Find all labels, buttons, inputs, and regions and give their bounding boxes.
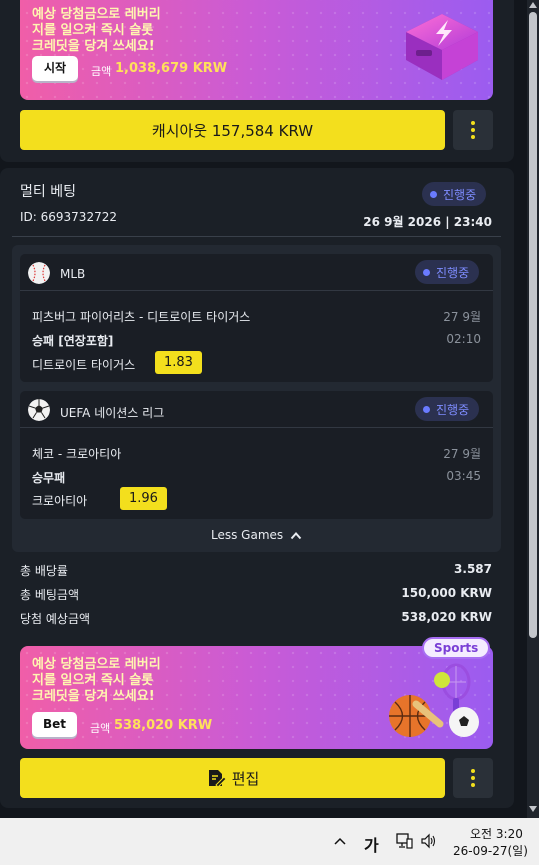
sports-badge: Sports [422,637,491,659]
selection-name: 크로아티아 [32,494,88,508]
page: 예상 당첨금으로 레버리 지를 일으켜 즉시 슬롯 크레딧을 당겨 쓰세요! 시… [0,0,539,865]
promo-start-button[interactable]: 시작 [32,56,78,81]
network-icon[interactable] [395,832,413,850]
edit-button[interactable]: 편집 [20,758,445,798]
less-games-button[interactable]: Less Games [12,528,501,542]
match-name: 체코 - 크로아티아 [32,447,122,461]
match-date: 27 9월 [443,447,481,461]
league-name: MLB [60,267,86,281]
divider [12,236,501,237]
volume-icon[interactable] [420,833,438,849]
cashout-label: 캐시아웃 157,584 KRW [151,121,314,140]
status-dot-icon [423,405,430,413]
market-name: 승무패 [32,471,66,485]
game-item: UEFA 네이션스 리그 진행중 체코 - 크로아티아 27 9월 승무패 03… [20,391,493,519]
expected-win-value: 538,020 KRW [401,610,492,624]
bet-datetime: 26 9월 2026 | 23:40 [363,215,492,229]
more-options-button[interactable] [453,110,493,150]
promo-bet-button[interactable]: Bet [32,712,77,737]
expected-win-label: 당첨 예상금액 [20,612,91,626]
system-taskbar: 가 오전 3:20 26-09-27(일) [0,818,539,865]
total-stake-label: 총 베팅금액 [20,588,80,602]
game-item: MLB 진행중 피츠버그 파이어리츠 - 디트로이트 타이거스 27 9월 승패… [20,254,493,382]
promo-banner-top: 예상 당첨금으로 레버리 지를 일으켜 즉시 슬롯 크레딧을 당겨 쓰세요! 시… [20,0,493,100]
baseball-icon [28,262,50,284]
promo-text: 예상 당첨금으로 레버리 지를 일으켜 즉시 슬롯 크레딧을 당겨 쓰세요! [32,7,161,54]
promo-amount-label: 금액 [90,722,111,735]
match-name: 피츠버그 파이어리츠 - 디트로이트 타이거스 [32,310,251,324]
bet-title: 멀티 베팅 [20,184,76,200]
total-odds-value: 3.587 [454,562,492,576]
odds-badge: 1.83 [155,351,202,374]
market-name: 승패 [연장포함] [32,334,114,348]
clock-time[interactable]: 오전 3:20 [470,825,523,842]
sports-balls-icon [389,663,479,737]
cashout-button[interactable]: 캐시아웃 157,584 KRW [20,110,445,150]
bet-status-badge: 진행중 [422,182,487,206]
clock-date[interactable]: 26-09-27(일) [453,842,528,859]
vertical-scrollbar[interactable] [527,0,539,818]
promo-banner-bottom: 예상 당첨금으로 레버리 지를 일으켜 즉시 슬롯 크레딧을 당겨 쓰세요! B… [20,637,493,749]
promo-text: 예상 당첨금으로 레버리 지를 일으켜 즉시 슬롯 크레딧을 당겨 쓰세요! [32,657,161,704]
total-stake-value: 150,000 KRW [401,586,492,600]
less-games-label: Less Games [211,528,284,542]
promo-amount: 1,038,679 KRW [115,61,228,76]
promo-amount: 538,020 KRW [114,718,213,733]
game-status-badge: 진행중 [415,260,480,284]
lightning-box-icon [406,14,478,80]
bet-id: ID: 6693732722 [20,210,117,224]
scrollbar-thumb[interactable] [529,12,537,638]
more-options-button[interactable] [453,758,493,798]
scroll-up-arrow-icon[interactable] [529,2,537,8]
status-dot-icon [430,190,437,198]
chevron-up-icon [290,532,302,540]
kebab-dot-icon [471,121,475,125]
edit-label: 편집 [231,769,260,788]
kebab-dot-icon [471,769,475,773]
chevron-up-icon[interactable] [333,836,347,846]
match-time: 03:45 [446,469,481,483]
selection-name: 디트로이트 타이거스 [32,358,136,372]
odds-badge: 1.96 [120,487,167,510]
match-date: 27 9월 [443,310,481,324]
promo-amount-label: 금액 [91,65,112,78]
ime-indicator[interactable]: 가 [364,832,379,856]
games-list: MLB 진행중 피츠버그 파이어리츠 - 디트로이트 타이거스 27 9월 승패… [12,245,501,552]
bet-status-text: 진행중 [443,187,477,202]
game-status-badge: 진행중 [415,397,480,421]
match-time: 02:10 [446,332,481,346]
bet-slip-scroll-area[interactable]: 예상 당첨금으로 레버리 지를 일으켜 즉시 슬롯 크레딧을 당겨 쓰세요! 시… [0,0,527,818]
status-dot-icon [423,268,430,276]
league-name: UEFA 네이션스 리그 [60,406,165,420]
edit-document-icon [208,770,226,788]
total-odds-label: 총 배당률 [20,564,68,578]
soccer-ball-icon [28,399,50,421]
scroll-down-arrow-icon[interactable] [529,806,537,812]
